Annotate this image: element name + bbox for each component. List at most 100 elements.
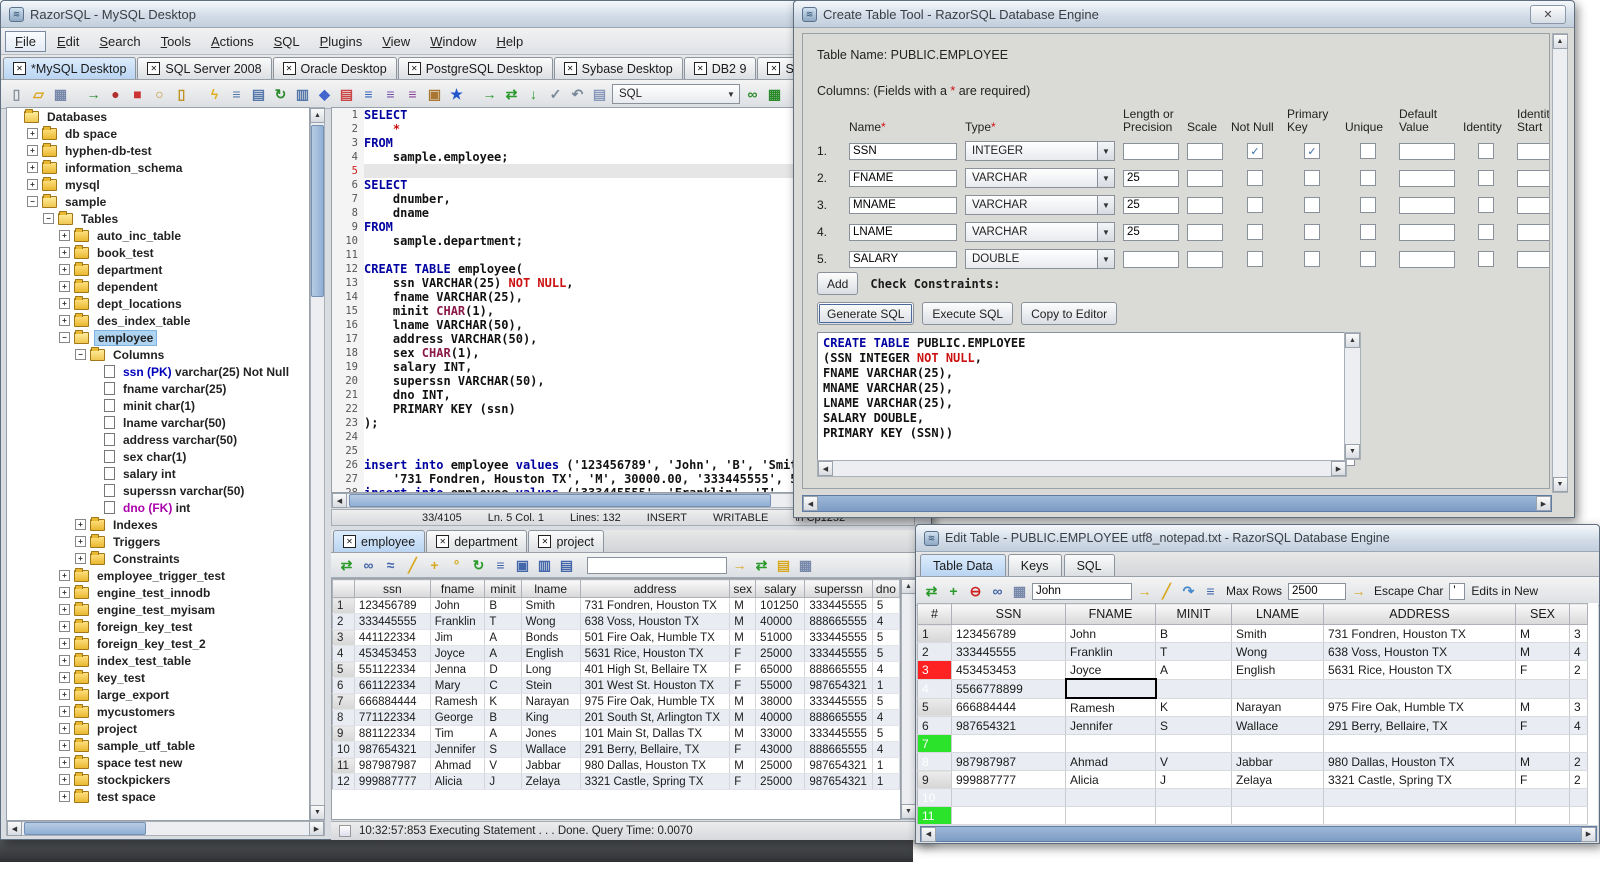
column-name-input[interactable] xyxy=(849,169,957,187)
unique-checkbox[interactable] xyxy=(1360,170,1376,186)
tree-item[interactable]: + auto_inc_table xyxy=(7,227,309,244)
primary-key-checkbox[interactable] xyxy=(1304,170,1320,186)
cell[interactable]: English xyxy=(1231,660,1324,680)
column-header[interactable]: SEX xyxy=(1515,603,1570,625)
tree-item[interactable]: + Triggers xyxy=(7,533,309,550)
cell[interactable] xyxy=(1515,734,1570,753)
close-tab-icon[interactable]: ✕ xyxy=(767,62,781,75)
expand-icon[interactable]: + xyxy=(59,247,70,258)
cell[interactable] xyxy=(951,734,1066,753)
cell[interactable]: Bonds xyxy=(521,629,581,646)
unique-checkbox[interactable] xyxy=(1360,251,1376,267)
cell[interactable]: 551122334 xyxy=(354,661,431,678)
results-tab-project[interactable]: ✕ project xyxy=(528,530,604,552)
search-go-icon[interactable]: → xyxy=(1135,582,1154,601)
cell[interactable]: M xyxy=(729,693,757,710)
import-data-icon[interactable]: ▤ xyxy=(337,85,356,104)
save-edits-icon[interactable]: ▦ xyxy=(1010,582,1029,601)
cell[interactable]: Zelaya xyxy=(1231,770,1324,789)
cell[interactable]: Joyce xyxy=(430,645,486,662)
tree-item[interactable]: − sample xyxy=(7,193,309,210)
cell[interactable]: 25000 xyxy=(755,757,806,774)
cell[interactable]: F xyxy=(1515,716,1570,735)
column-header[interactable]: ADDRESS xyxy=(1323,603,1516,625)
cell[interactable]: F xyxy=(729,773,757,790)
scroll-left-icon[interactable]: ◀ xyxy=(818,461,833,476)
connection-tab-5[interactable]: ✕ Sybase Desktop xyxy=(553,57,683,79)
scale-input[interactable] xyxy=(1187,169,1223,187)
tree-item[interactable]: + test space xyxy=(7,788,309,805)
cell[interactable]: 333445555 xyxy=(804,629,873,646)
tree-item[interactable]: + foreign_key_test_2 xyxy=(7,635,309,652)
copy-row-icon[interactable]: ↷ xyxy=(1179,582,1198,601)
scroll-left-icon[interactable]: ◀ xyxy=(921,826,936,842)
cell[interactable]: 975 Fire Oak, Humble TX xyxy=(580,693,731,710)
scale-input[interactable] xyxy=(1187,250,1223,268)
cell[interactable] xyxy=(1569,788,1588,807)
default-value-input[interactable] xyxy=(1399,142,1455,160)
connect-icon[interactable]: → xyxy=(84,85,103,104)
menu-plugins[interactable]: Plugins xyxy=(311,32,372,51)
cell[interactable]: 888665555 xyxy=(804,709,873,726)
tree-item[interactable]: + engine_test_innodb xyxy=(7,584,309,601)
column-header[interactable]: dno xyxy=(871,579,900,598)
tree-item[interactable]: + department xyxy=(7,261,309,278)
expand-icon[interactable]: + xyxy=(27,162,38,173)
tree-item[interactable]: minit char(1) xyxy=(7,397,309,414)
close-tab-icon[interactable]: ✕ xyxy=(538,535,552,548)
menu-edit[interactable]: Edit xyxy=(48,32,88,51)
cell[interactable] xyxy=(1065,734,1156,753)
cell[interactable]: 301 West St. Houston TX xyxy=(580,677,731,694)
scroll-right-icon[interactable]: ▶ xyxy=(309,821,324,836)
cell[interactable]: T xyxy=(484,613,522,630)
cell[interactable]: 333445555 xyxy=(804,597,873,614)
expand-icon[interactable]: + xyxy=(27,128,38,139)
cell[interactable]: 888665555 xyxy=(804,613,873,630)
close-tab-icon[interactable]: ✕ xyxy=(282,62,296,75)
scale-input[interactable] xyxy=(1187,223,1223,241)
cell[interactable]: M xyxy=(1515,624,1570,643)
cell[interactable]: Franklin xyxy=(1065,642,1156,661)
cell[interactable]: A xyxy=(484,725,522,742)
cell[interactable]: Jim xyxy=(430,629,486,646)
cell[interactable]: 453453453 xyxy=(951,660,1066,680)
not-null-checkbox[interactable] xyxy=(1247,197,1263,213)
tree-scroll-thumb[interactable] xyxy=(311,125,324,297)
tree-item[interactable]: ssn (PK) varchar(25) Not Null xyxy=(7,363,309,380)
cell[interactable]: Ahmad xyxy=(1065,752,1156,771)
cell[interactable] xyxy=(1569,734,1588,753)
scroll-up-icon[interactable]: ▲ xyxy=(1552,34,1568,49)
cell[interactable]: Mary xyxy=(430,677,486,694)
tree-item[interactable]: + stockpickers xyxy=(7,771,309,788)
cell[interactable]: Long xyxy=(521,661,581,678)
compare-icon[interactable]: ◆ xyxy=(315,85,334,104)
row-number[interactable]: 10 xyxy=(917,788,952,807)
cell[interactable]: K xyxy=(484,693,522,710)
cell[interactable] xyxy=(1569,806,1588,825)
new-file-icon[interactable]: ▯ xyxy=(7,85,26,104)
query-builder-icon[interactable]: ▤ xyxy=(249,85,268,104)
cell[interactable]: 123456789 xyxy=(951,624,1066,643)
cell[interactable]: B xyxy=(1155,624,1232,643)
expand-icon[interactable]: + xyxy=(59,723,70,734)
identity-start-input[interactable] xyxy=(1517,142,1549,160)
row-number[interactable]: 5 xyxy=(332,661,355,678)
cell[interactable]: F xyxy=(729,677,757,694)
cell[interactable]: Franklin xyxy=(430,613,486,630)
cell[interactable]: M xyxy=(1515,698,1570,717)
cell[interactable]: Wong xyxy=(521,613,581,630)
tree-item[interactable]: + sample_utf_table xyxy=(7,737,309,754)
cell[interactable]: 4 xyxy=(872,709,900,726)
disconnect-icon[interactable]: ■ xyxy=(128,85,147,104)
cell[interactable]: 501 Fire Oak, Humble TX xyxy=(580,629,731,646)
row-number[interactable]: 1 xyxy=(332,597,355,614)
cell[interactable]: M xyxy=(729,613,757,630)
default-value-input[interactable] xyxy=(1399,196,1455,214)
column-header[interactable]: SSN xyxy=(951,603,1066,625)
tree-item[interactable]: + mycustomers xyxy=(7,703,309,720)
row-number[interactable]: 7 xyxy=(917,734,952,753)
tree-hscrollbar[interactable]: ◀ ▶ xyxy=(6,821,325,836)
cell[interactable]: 25000 xyxy=(755,773,806,790)
expand-icon[interactable]: + xyxy=(59,315,70,326)
close-tab-icon[interactable]: ✕ xyxy=(693,62,707,75)
